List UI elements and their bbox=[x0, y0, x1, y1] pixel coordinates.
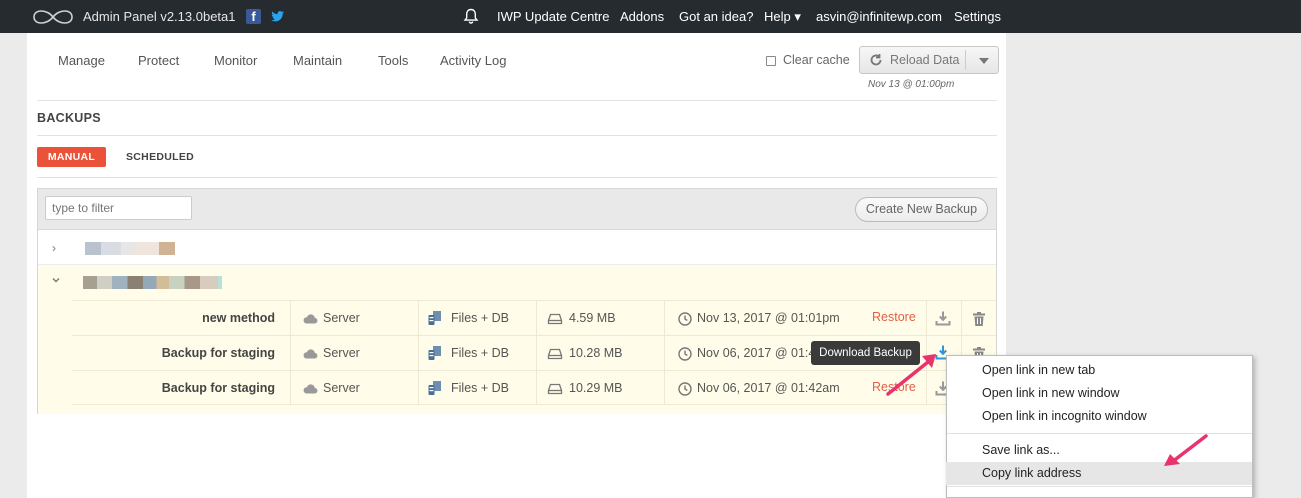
settings-link[interactable]: Settings bbox=[954, 9, 1001, 24]
page-title: BACKUPS bbox=[37, 111, 101, 125]
divider bbox=[37, 177, 997, 178]
backup-name: Backup for staging bbox=[161, 346, 275, 360]
backup-date: Nov 06, 2017 @ 01:42am bbox=[697, 381, 840, 395]
menu-item-open-new-tab[interactable]: Open link in new tab bbox=[946, 359, 1252, 382]
hard-drive-icon bbox=[547, 348, 563, 360]
chevron-down-icon[interactable] bbox=[979, 58, 989, 64]
reload-data-button[interactable]: Reload Data bbox=[859, 46, 999, 74]
reload-data-label: Reload Data bbox=[890, 53, 960, 67]
menu-divider bbox=[947, 486, 1252, 487]
cloud-icon bbox=[303, 384, 318, 394]
help-menu[interactable]: Help ▾ bbox=[764, 9, 801, 25]
clock-icon bbox=[678, 382, 692, 396]
trash-icon[interactable] bbox=[971, 311, 987, 327]
account-email-link[interactable]: asvin@infinitewp.com bbox=[816, 9, 942, 24]
backup-type: Files + DB bbox=[451, 311, 510, 325]
last-reload-time: Nov 13 @ 01:00pm bbox=[868, 79, 955, 90]
top-bar: Admin Panel v2.13.0beta1 f IWP Update Ce… bbox=[0, 0, 1301, 33]
files-db-icon bbox=[428, 381, 441, 395]
nav-maintain[interactable]: Maintain bbox=[293, 53, 342, 68]
twitter-icon[interactable] bbox=[270, 9, 285, 24]
clock-icon bbox=[678, 312, 692, 326]
nav-tools[interactable]: Tools bbox=[378, 53, 408, 68]
nav-protect[interactable]: Protect bbox=[138, 53, 179, 68]
tab-manual[interactable]: MANUAL bbox=[37, 147, 106, 167]
divider bbox=[37, 100, 997, 101]
got-an-idea-link[interactable]: Got an idea? bbox=[679, 9, 753, 24]
menu-item-open-new-window[interactable]: Open link in new window bbox=[946, 382, 1252, 405]
refresh-icon bbox=[870, 54, 882, 66]
redacted-site-name bbox=[83, 276, 222, 289]
chevron-down-icon[interactable] bbox=[52, 276, 60, 284]
backup-name: Backup for staging bbox=[161, 381, 275, 395]
files-db-icon bbox=[428, 346, 441, 360]
facebook-icon[interactable]: f bbox=[246, 9, 261, 24]
restore-link[interactable]: Restore bbox=[872, 310, 916, 324]
cloud-icon bbox=[303, 314, 318, 324]
clear-cache-checkbox[interactable] bbox=[766, 56, 776, 66]
backup-size: 10.28 MB bbox=[569, 346, 623, 360]
backup-date: Nov 06, 2017 @ 01:4 bbox=[697, 346, 816, 360]
create-new-backup-button[interactable]: Create New Backup bbox=[855, 197, 988, 222]
backup-location: Server bbox=[323, 381, 360, 395]
chevron-right-icon[interactable]: › bbox=[52, 241, 56, 255]
clock-icon bbox=[678, 347, 692, 361]
divider bbox=[37, 135, 997, 136]
app-title: Admin Panel v2.13.0beta1 bbox=[83, 9, 236, 24]
menu-item-open-incognito[interactable]: Open link in incognito window bbox=[946, 405, 1252, 428]
tab-scheduled[interactable]: SCHEDULED bbox=[126, 151, 194, 163]
infinity-logo-icon[interactable] bbox=[31, 8, 75, 26]
hard-drive-icon bbox=[547, 383, 563, 395]
site-row[interactable] bbox=[38, 231, 996, 265]
download-icon[interactable] bbox=[935, 310, 951, 326]
backup-type: Files + DB bbox=[451, 346, 510, 360]
files-db-icon bbox=[428, 311, 441, 325]
backup-location: Server bbox=[323, 346, 360, 360]
clear-cache-label[interactable]: Clear cache bbox=[783, 53, 850, 67]
annotation-arrow-icon bbox=[1164, 434, 1208, 466]
addons-link[interactable]: Addons bbox=[620, 9, 664, 24]
button-divider bbox=[965, 50, 966, 70]
nav-monitor[interactable]: Monitor bbox=[214, 53, 257, 68]
backup-size: 10.29 MB bbox=[569, 381, 623, 395]
hard-drive-icon bbox=[547, 313, 563, 325]
redacted-site-name bbox=[85, 242, 175, 255]
backup-date: Nov 13, 2017 @ 01:01pm bbox=[697, 311, 840, 325]
cloud-icon bbox=[303, 349, 318, 359]
nav-manage[interactable]: Manage bbox=[58, 53, 105, 68]
backup-type: Files + DB bbox=[451, 381, 510, 395]
backup-size: 4.59 MB bbox=[569, 311, 616, 325]
notification-bell-icon[interactable] bbox=[463, 8, 479, 25]
annotation-arrow-icon bbox=[886, 354, 936, 396]
backup-location: Server bbox=[323, 311, 360, 325]
filter-input[interactable] bbox=[45, 196, 192, 220]
backup-name: new method bbox=[202, 311, 275, 325]
nav-activity-log[interactable]: Activity Log bbox=[440, 53, 506, 68]
iwp-update-centre-link[interactable]: IWP Update Centre bbox=[497, 9, 609, 24]
